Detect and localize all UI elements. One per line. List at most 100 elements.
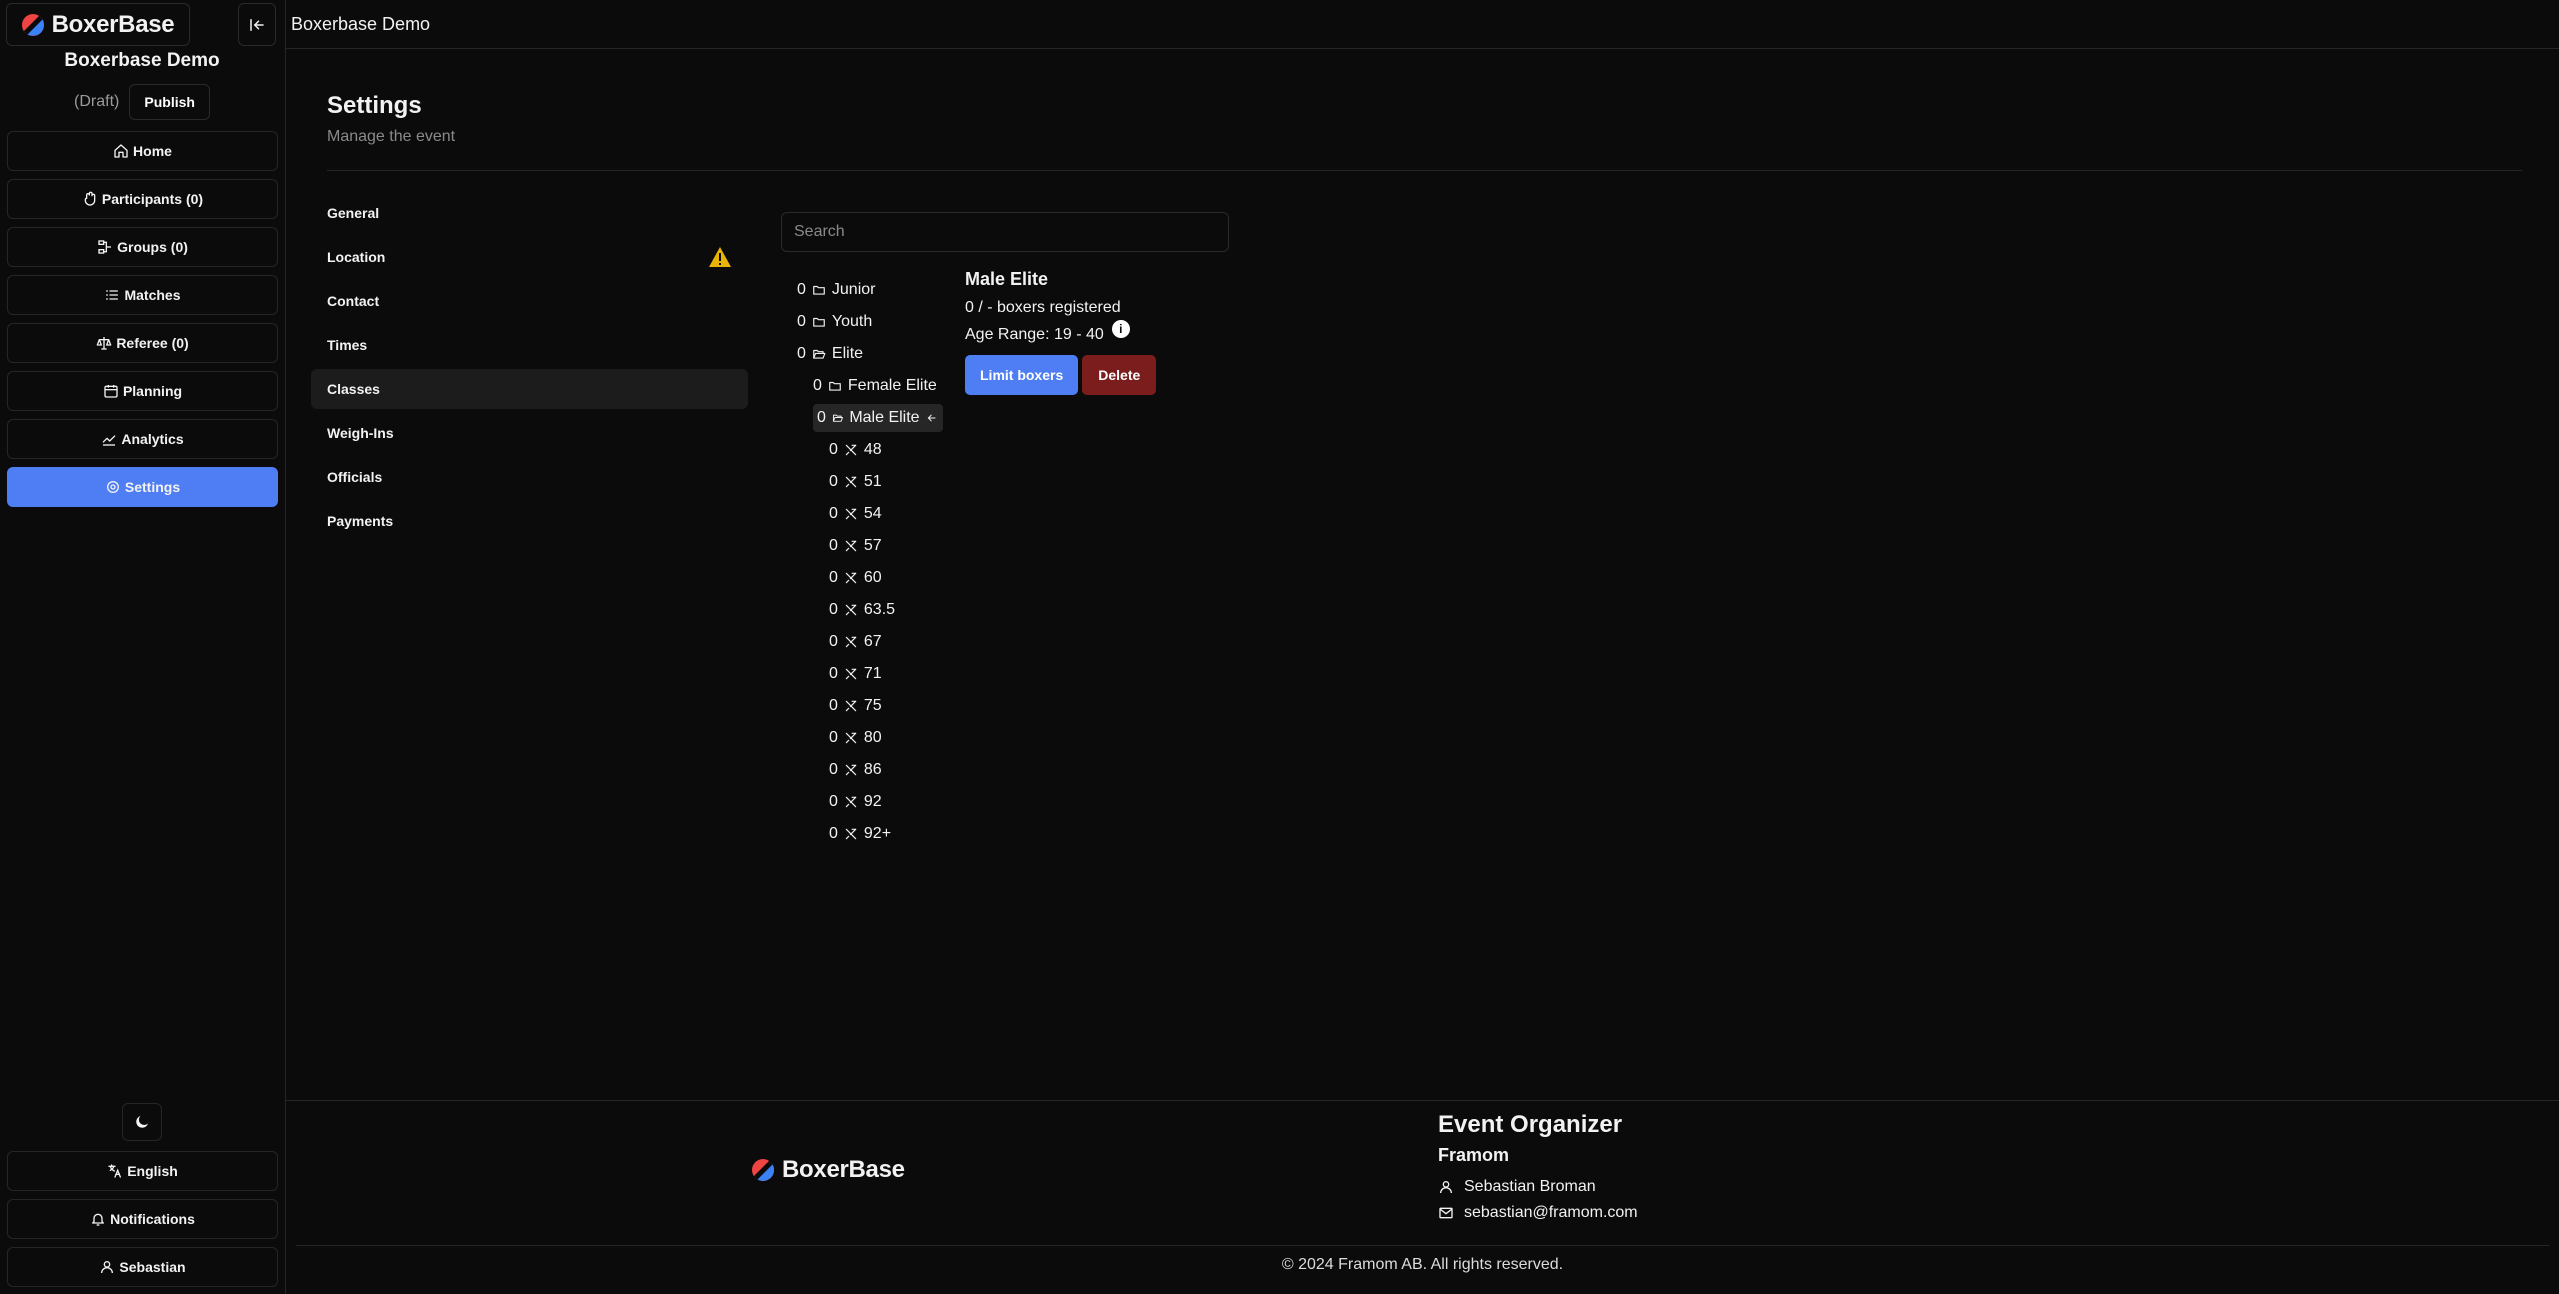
language-button[interactable]: English	[7, 1151, 278, 1191]
class-count: 0	[829, 825, 838, 842]
sidebar-item-label: Home	[133, 143, 172, 159]
info-icon[interactable]: i	[1111, 320, 1130, 338]
class-count: 0	[829, 441, 838, 458]
settings-tab-payments[interactable]: Payments	[311, 501, 748, 541]
weight-class-node[interactable]: 0 67	[797, 628, 943, 656]
class-label: 51	[863, 473, 882, 490]
event-organizer: Event Organizer Framom Sebastian Broman …	[1438, 1111, 1638, 1222]
weight-class-node[interactable]: 0 54	[797, 500, 943, 528]
organizer-contact-name: Sebastian Broman	[1438, 1178, 1638, 1196]
folder-icon	[813, 285, 825, 295]
sidebar-item-referee[interactable]: Referee (0)	[7, 323, 278, 363]
sidebar-item-matches[interactable]: Matches	[7, 275, 278, 315]
boxing-glove-icon	[845, 508, 857, 520]
class-tree-node-youth[interactable]: 0 Youth	[797, 308, 943, 336]
copyright: © 2024 Framom AB. All rights reserved.	[1281, 1256, 1564, 1273]
class-label: Male Elite	[849, 409, 920, 426]
sidebar-item-participants[interactable]: Participants (0)	[7, 179, 278, 219]
list-icon	[106, 290, 119, 300]
class-count: 0	[829, 601, 838, 618]
class-tree-node-junior[interactable]: 0 Junior	[797, 276, 943, 304]
class-count: 0	[829, 793, 838, 810]
publish-button[interactable]: Publish	[129, 84, 210, 120]
registered-count: 0 / - boxers registered	[965, 299, 1156, 317]
language-label: English	[127, 1163, 178, 1179]
sidebar-item-label: Analytics	[121, 431, 184, 447]
settings-tab-classes[interactable]: Classes	[311, 369, 748, 409]
settings-tab-general[interactable]: General	[311, 193, 748, 233]
weight-class-node[interactable]: 0 48	[797, 436, 943, 464]
moon-icon	[136, 1116, 148, 1128]
weight-class-node[interactable]: 0 71	[797, 660, 943, 688]
class-label: Junior	[831, 281, 876, 298]
organizer-contact-email[interactable]: sebastian@framom.com	[1438, 1204, 1638, 1222]
sidebar-bottom-nav: English Notifications Sebastian	[7, 1151, 278, 1294]
class-label: Elite	[831, 345, 864, 362]
class-tree-node-male-elite[interactable]: 0 Male Elite	[813, 404, 943, 432]
page-subtitle: Manage the event	[327, 128, 456, 145]
settings-tab-officials[interactable]: Officials	[311, 457, 748, 497]
class-label: 60	[863, 569, 882, 586]
sidebar-item-settings[interactable]: Settings	[7, 467, 278, 507]
settings-menu: General Location Contact Times Classes W…	[311, 193, 748, 545]
settings-tab-label: Weigh-Ins	[327, 425, 394, 441]
registered-text: 0 / - boxers registered	[965, 299, 1121, 316]
top-bar: Boxerbase Demo	[286, 0, 2559, 49]
sidebar-item-planning[interactable]: Planning	[7, 371, 278, 411]
settings-tab-contact[interactable]: Contact	[311, 281, 748, 321]
footer-divider	[286, 1100, 2559, 1101]
class-tree-node-female-elite[interactable]: 0 Female Elite	[797, 372, 943, 400]
settings-tab-times[interactable]: Times	[311, 325, 748, 365]
class-actions: Limit boxers Delete	[965, 355, 1157, 395]
language-icon	[108, 1164, 122, 1178]
folder-open-icon	[832, 414, 843, 422]
notifications-button[interactable]: Notifications	[7, 1199, 278, 1239]
boxerbase-logo-icon	[752, 1159, 774, 1181]
settings-tab-label: Contact	[327, 293, 380, 309]
class-detail-title: Male Elite	[965, 269, 1049, 289]
footer-brand: BoxerBase	[752, 1156, 905, 1184]
class-detail-panel: Male Elite 0 / - boxers registered Age R…	[965, 269, 1157, 395]
calendar-icon	[104, 385, 118, 398]
class-count: 0	[829, 665, 838, 682]
sidebar-item-home[interactable]: Home	[7, 131, 278, 171]
class-label: 48	[863, 441, 882, 458]
weight-class-node[interactable]: 0 80	[797, 724, 943, 752]
settings-tab-location[interactable]: Location	[311, 237, 748, 277]
settings-tab-weigh-ins[interactable]: Weigh-Ins	[311, 413, 748, 453]
boxing-glove-icon	[845, 700, 857, 712]
weight-class-node[interactable]: 0 51	[797, 468, 943, 496]
user-menu-button[interactable]: Sebastian	[7, 1247, 278, 1287]
collapse-sidebar-button[interactable]	[238, 3, 276, 46]
sidebar-item-groups[interactable]: Groups (0)	[7, 227, 278, 267]
divider	[327, 170, 2522, 171]
mail-icon	[1439, 1207, 1453, 1219]
class-count: 0	[829, 505, 838, 522]
chart-icon	[102, 435, 116, 446]
class-tree-node-elite[interactable]: 0 Elite	[797, 340, 943, 368]
class-label: 71	[863, 665, 882, 682]
weight-class-node[interactable]: 0 86	[797, 756, 943, 784]
settings-tab-label: Location	[327, 249, 386, 265]
weight-class-node[interactable]: 0 92+	[797, 820, 943, 848]
home-icon	[114, 144, 128, 158]
collapse-left-icon	[250, 18, 264, 31]
weight-class-node[interactable]: 0 60	[797, 564, 943, 592]
class-tree: 0 Junior 0 Youth 0 Elite 0 Female Elite …	[797, 276, 943, 852]
class-search-input[interactable]	[781, 212, 1229, 252]
limit-boxers-button[interactable]: Limit boxers	[965, 355, 1079, 395]
class-label: 75	[863, 697, 882, 714]
weight-class-node[interactable]: 0 57	[797, 532, 943, 560]
notifications-label: Notifications	[110, 1211, 195, 1227]
theme-toggle-button[interactable]	[122, 1103, 162, 1141]
footer-divider-bottom	[296, 1245, 2549, 1246]
weight-class-node[interactable]: 0 63.5	[797, 596, 943, 624]
settings-tab-label: Classes	[327, 381, 380, 397]
sidebar-item-analytics[interactable]: Analytics	[7, 419, 278, 459]
class-count: 0	[797, 313, 806, 330]
delete-class-button[interactable]: Delete	[1082, 355, 1157, 395]
weight-class-node[interactable]: 0 75	[797, 692, 943, 720]
contact-email-text[interactable]: sebastian@framom.com	[1464, 1204, 1638, 1222]
brand-logo-button[interactable]: BoxerBase	[6, 3, 190, 46]
weight-class-node[interactable]: 0 92	[797, 788, 943, 816]
